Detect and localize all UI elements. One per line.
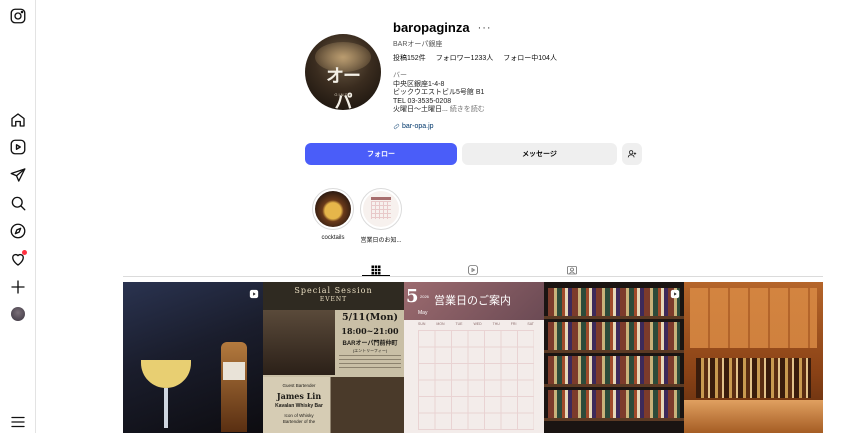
event-date: 5/11(Mon) (341, 312, 399, 323)
direct-icon[interactable] (8, 165, 28, 185)
sidebar (0, 0, 36, 433)
avatar-logo-mark: オーパ (326, 66, 361, 110)
menu-icon[interactable] (8, 412, 28, 432)
highlight-thumbnail (315, 191, 351, 227)
read-more-link[interactable]: 続きを読む (450, 106, 485, 113)
event-title: Special Session (294, 286, 373, 295)
highlight-thumbnail (363, 191, 399, 227)
profile-picture[interactable]: オーパ GINZA (305, 34, 381, 110)
guest-description: Icon of Whisky Bartender of the (282, 413, 316, 424)
home-icon[interactable] (8, 110, 28, 130)
guest-name: James Lin (276, 391, 322, 401)
create-icon[interactable] (8, 277, 28, 297)
followers-count[interactable]: フォロワー1233人 (436, 53, 494, 63)
bio-category: バー (393, 72, 407, 79)
highlight-business-days[interactable]: 営業日のお知... (359, 188, 403, 244)
reels-icon (468, 265, 478, 275)
avatar-logo-sub: GINZA (334, 92, 352, 97)
post-thumbnail[interactable] (684, 282, 823, 433)
event-fee: (エントリーフィー) (352, 348, 388, 353)
event-venue: BARオーパ門前仲町 (342, 341, 398, 347)
reel-badge-icon (670, 286, 680, 299)
options-button[interactable]: ··· (478, 22, 492, 34)
add-person-icon (627, 150, 637, 158)
calendar-month-name: May (418, 310, 428, 316)
event-time: 18:00~21:00 (341, 326, 399, 336)
tabs-divider (123, 276, 823, 277)
follow-button[interactable]: フォロー (305, 143, 457, 165)
calendar-month-number: 5 (406, 286, 419, 307)
post-thumbnail[interactable]: Special Session EVENT 5/11(Mon) 18:00~21… (263, 282, 404, 433)
calendar-grid (418, 330, 534, 430)
highlight-label: cocktails (321, 235, 345, 241)
username: baropaginza (393, 20, 470, 35)
profile-avatar[interactable] (8, 304, 28, 324)
website-url: bar-opa.jp (402, 123, 434, 130)
reel-badge-icon (249, 286, 259, 299)
bio: バー 中央区銀座1-4-8 ビックウエストビル5号館 B1 TEL 03-353… (393, 72, 593, 115)
notification-dot (22, 250, 27, 255)
link-icon (393, 123, 400, 130)
message-button[interactable]: メッセージ (462, 143, 617, 165)
profile-stats: 投稿152件 フォロワー1233人 フォロー中104人 (393, 53, 557, 63)
avatar (11, 307, 25, 321)
highlight-label: 営業日のお知... (360, 238, 402, 244)
username-row: baropaginza ··· (393, 20, 492, 35)
post-thumbnail[interactable]: 5 2026 営業日のご案内 May SUN MON TUE WED THU F… (404, 282, 544, 433)
reels-icon[interactable] (8, 137, 28, 157)
display-name: BARオーパ銀座 (393, 41, 443, 48)
guest-bar: Kavalan Whisky Bar (275, 403, 323, 409)
calendar-title: 営業日のご案内 (434, 294, 511, 307)
calendar-weekdays: SUN MON TUE WED THU FRI SAT (418, 322, 534, 326)
bio-line: ビックウエストビル5号館 B1 (393, 89, 485, 97)
posts-count: 投稿152件 (393, 55, 426, 62)
following-count[interactable]: フォロー中104人 (503, 53, 557, 63)
bio-line: 火曜日〜土曜日... 続きを読む (393, 106, 593, 115)
explore-icon[interactable] (8, 221, 28, 241)
suggested-users-button[interactable] (622, 143, 642, 165)
event-subtitle: EVENT (319, 296, 348, 303)
tab-reels[interactable] (466, 263, 480, 277)
instagram-icon[interactable] (8, 6, 28, 26)
bio-hours: 火曜日〜土曜日... (393, 106, 448, 114)
bio-line: 中央区銀座1-4-8 (393, 80, 445, 88)
post-thumbnail[interactable] (123, 282, 263, 433)
post-thumbnail[interactable] (544, 282, 684, 433)
tagged-icon (567, 266, 577, 275)
highlight-cocktails[interactable]: cocktails (311, 188, 355, 241)
calendar-year: 2026 (420, 294, 429, 299)
guest-title: Guest Bartender (282, 383, 316, 388)
tab-tagged[interactable] (565, 263, 579, 277)
notifications-icon[interactable] (8, 249, 28, 269)
website-link[interactable]: bar-opa.jp (393, 123, 434, 130)
search-icon[interactable] (8, 193, 28, 213)
